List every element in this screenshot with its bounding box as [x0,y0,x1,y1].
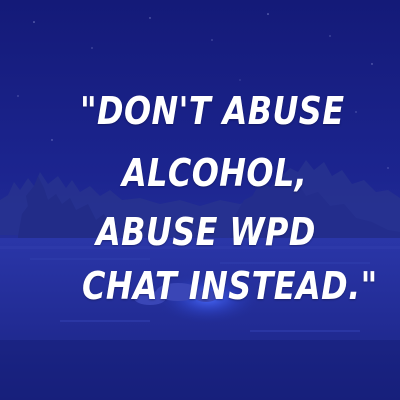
quote-line-4: CHAT INSTEAD." [82,264,378,308]
quote-line-2: ALCOHOL, [122,151,308,195]
quote-image: "DON'T ABUSE ALCOHOL, ABUSE WPD CHAT INS… [0,0,400,400]
quote-line-3: ABUSE WPD [96,210,316,254]
quote-text-block: "DON'T ABUSE ALCOHOL, ABUSE WPD CHAT INS… [0,0,400,400]
quote-line-1: "DON'T ABUSE [80,89,345,133]
